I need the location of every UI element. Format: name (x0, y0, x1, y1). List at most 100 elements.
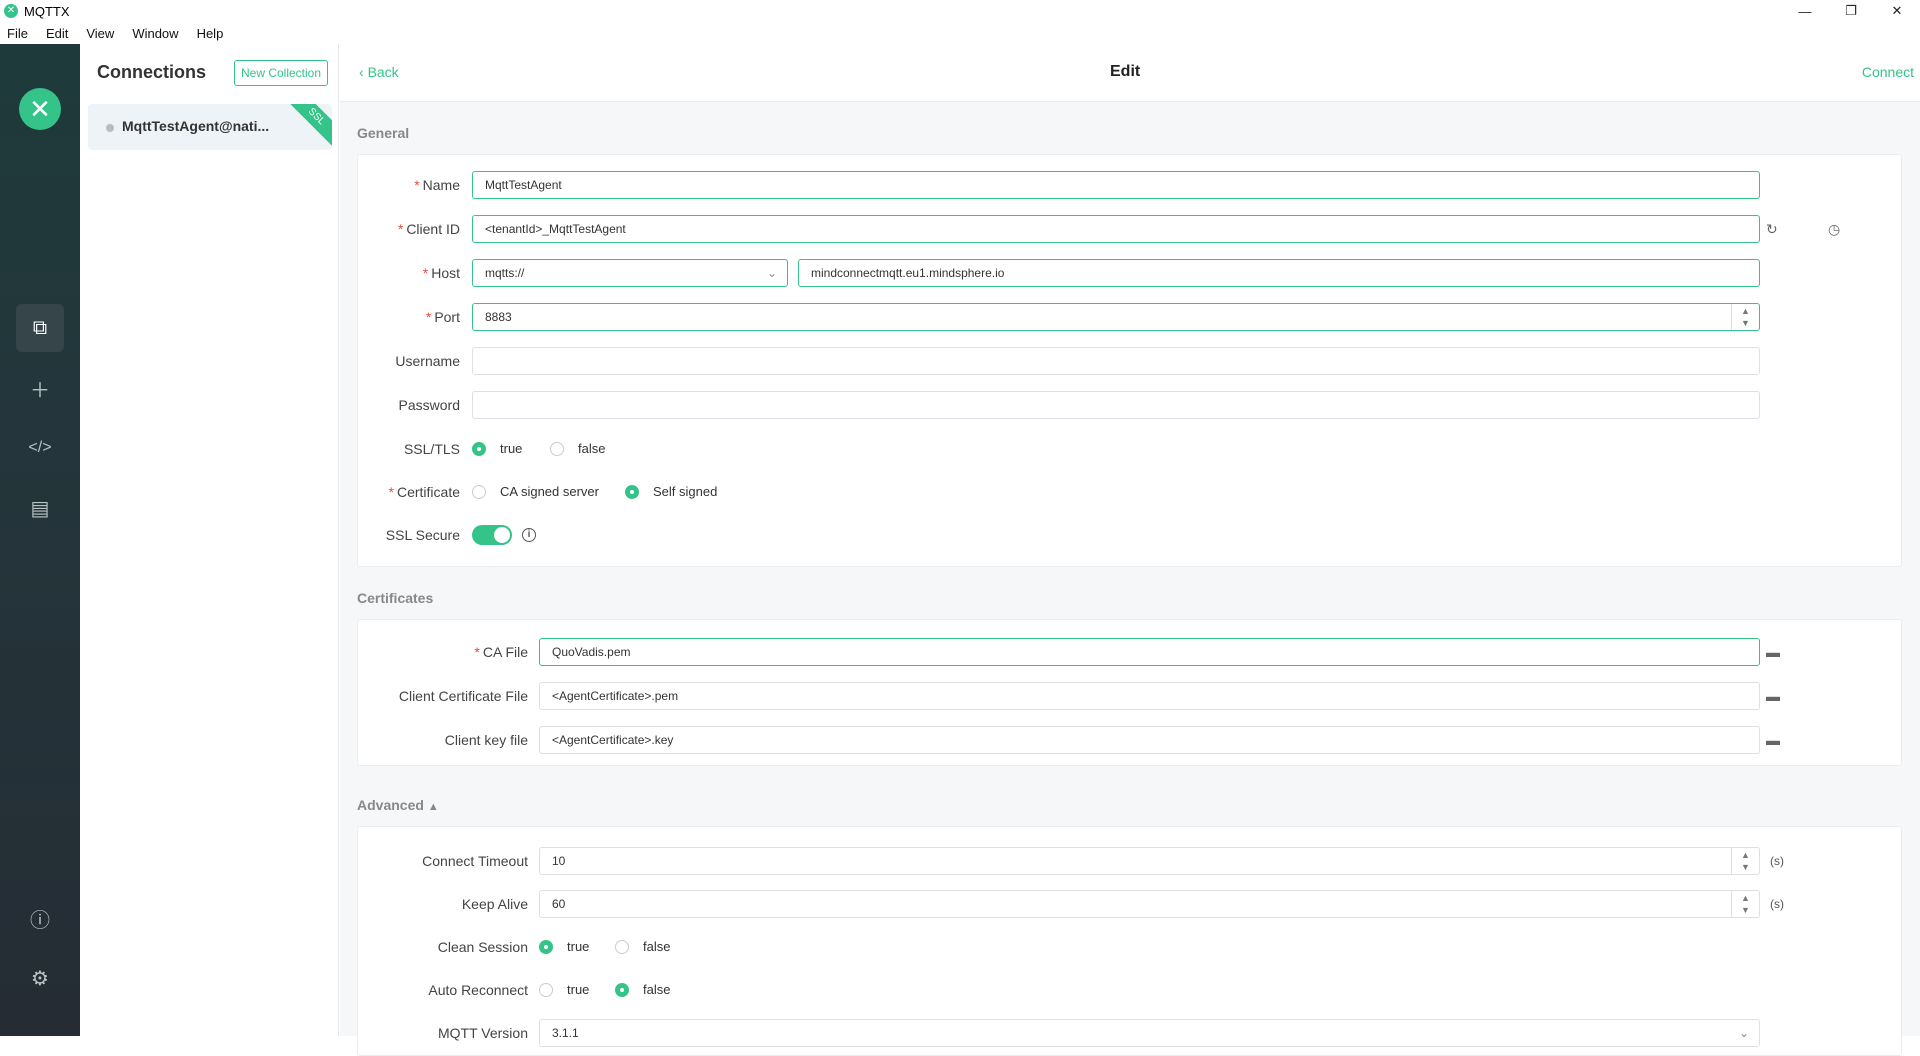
chevron-down-icon: ⌄ (1738, 1026, 1749, 1040)
clock-icon[interactable]: ◷ (1828, 215, 1840, 243)
reconnect-true-radio[interactable]: true (539, 976, 589, 1004)
connect-timeout-input[interactable]: 10 ▲ ▼ (539, 847, 1760, 875)
script-code-icon[interactable]: </> (16, 424, 64, 472)
keep-alive-value: 60 (552, 897, 566, 911)
mqtt-version-label: MQTT Version (438, 1025, 528, 1041)
radio-checked-icon (472, 442, 486, 456)
back-button[interactable]: ‹ Back (359, 64, 399, 80)
window-title: MQTTX (24, 3, 70, 19)
connect-timeout-label: Connect Timeout (422, 853, 528, 869)
caret-up-icon: ▲ (427, 801, 439, 813)
about-info-icon[interactable]: ⓘ (16, 894, 64, 942)
radio-checked-icon (615, 983, 629, 997)
menu-bar: File Edit View Window Help (0, 22, 1920, 44)
username-input[interactable] (472, 347, 1760, 375)
ssl-secure-label: SSL Secure (385, 527, 460, 543)
radio-icon (472, 485, 486, 499)
clean-session-label: Clean Session (437, 939, 528, 955)
ca-file-input[interactable]: QuoVadis.pem (539, 638, 1760, 666)
folder-icon[interactable]: ▬ (1766, 726, 1780, 754)
host-label: * Host (422, 265, 460, 281)
keep-alive-label: Keep Alive (461, 896, 528, 912)
advanced-section-title[interactable]: Advanced ▲ (357, 797, 439, 813)
ssl-secure-toggle[interactable] (472, 525, 512, 545)
connection-label: MqttTestAgent@nati... (122, 118, 270, 134)
radio-checked-icon (625, 485, 639, 499)
keep-alive-input[interactable]: 60 ▲ ▼ (539, 890, 1760, 918)
menu-view[interactable]: View (83, 26, 117, 41)
general-section-title: General (357, 125, 410, 141)
status-dot (106, 124, 114, 132)
minimize-icon[interactable]: — (1782, 0, 1828, 22)
radio-icon (539, 983, 553, 997)
client-cert-label: Client Certificate File (398, 688, 528, 704)
auto-reconnect-label: Auto Reconnect (428, 982, 528, 998)
protocol-value: mqtts:// (485, 266, 525, 280)
connections-panel: Connections New Collection MqttTestAgent… (80, 44, 339, 1036)
window-controls: — ❐ ✕ (1782, 0, 1920, 22)
chevron-down-icon: ⌄ (766, 266, 777, 280)
radio-icon (550, 442, 564, 456)
folder-icon[interactable]: ▬ (1766, 638, 1780, 666)
menu-help[interactable]: Help (194, 26, 227, 41)
folder-icon[interactable]: ▬ (1766, 682, 1780, 710)
settings-gear-icon[interactable]: ⚙ (16, 954, 64, 1002)
radio-icon (615, 940, 629, 954)
restore-icon[interactable]: ❐ (1828, 0, 1874, 22)
main-content: ‹ Back Edit Connect General * Name MqttTe… (340, 44, 1920, 1056)
port-stepper-icon[interactable]: ▲ ▼ (1731, 304, 1759, 330)
port-input[interactable]: 8883 ▲ ▼ (472, 303, 1760, 331)
connect-button[interactable]: Connect (1862, 64, 1914, 80)
clean-false-radio[interactable]: false (615, 933, 670, 961)
menu-edit[interactable]: Edit (43, 26, 71, 41)
close-icon[interactable]: ✕ (1874, 0, 1920, 22)
connection-item[interactable]: MqttTestAgent@nati... SSL (88, 104, 332, 150)
menu-file[interactable]: File (4, 26, 31, 41)
reconnect-false-radio[interactable]: false (615, 976, 670, 1004)
password-input[interactable] (472, 391, 1760, 419)
name-input[interactable]: MqttTestAgent (472, 171, 1760, 199)
ca-file-label: * CA File (474, 644, 528, 660)
client-key-input[interactable]: <AgentCertificate>.key (539, 726, 1760, 754)
port-label: * Port (425, 309, 460, 325)
client-key-label: Client key file (444, 732, 528, 748)
name-label: * Name (414, 177, 460, 193)
ssl-false-radio[interactable]: false (550, 435, 605, 463)
clean-true-radio[interactable]: true (539, 933, 589, 961)
mqtt-version-select[interactable]: 3.1.1 ⌄ (539, 1019, 1760, 1047)
radio-checked-icon (539, 940, 553, 954)
ssl-true-radio[interactable]: true (472, 435, 522, 463)
ssl-tag: SSL (281, 104, 332, 150)
top-bar: ‹ Back Edit Connect (340, 44, 1920, 102)
connections-nav-icon[interactable]: ⧉ (16, 304, 64, 352)
title-bar: ✕ MQTTX — ❐ ✕ (0, 0, 1920, 22)
client-id-label: * Client ID (397, 221, 460, 237)
cert-self-radio[interactable]: Self signed (625, 478, 717, 506)
add-connection-icon[interactable]: ＋ (16, 364, 64, 412)
menu-window[interactable]: Window (129, 26, 181, 41)
connect-timeout-value: 10 (552, 854, 566, 868)
mqtt-version-value: 3.1.1 (552, 1026, 579, 1040)
keepalive-stepper-icon[interactable]: ▲ ▼ (1731, 891, 1759, 917)
info-icon[interactable]: i (522, 528, 536, 542)
ssl-tls-label: SSL/TLS (403, 441, 460, 457)
general-card: * Name MqttTestAgent * Client ID <tenantId… (357, 154, 1902, 567)
certificate-label: * Certificate (388, 484, 460, 500)
new-collection-button[interactable]: New Collection (234, 60, 329, 86)
back-label: Back (367, 64, 399, 80)
refresh-icon[interactable]: ↻ (1766, 215, 1778, 243)
password-label: Password (398, 397, 460, 413)
username-label: Username (395, 353, 460, 369)
log-icon[interactable]: ▤ (16, 484, 64, 532)
protocol-select[interactable]: mqtts:// ⌄ (472, 259, 788, 287)
left-nav: ✕ ⧉ ＋ </> ▤ ⓘ ⚙ (0, 44, 80, 1036)
timeout-stepper-icon[interactable]: ▲ ▼ (1731, 848, 1759, 874)
client-cert-input[interactable]: <AgentCertificate>.pem (539, 682, 1760, 710)
host-input[interactable]: mindconnectmqtt.eu1.mindsphere.io (798, 259, 1760, 287)
certificates-card: * CA File QuoVadis.pem ▬ Client Certifica… (357, 619, 1902, 766)
mqttx-logo-icon: ✕ (19, 88, 61, 130)
port-value: 8883 (485, 310, 512, 324)
client-id-input[interactable]: <tenantId>_MqttTestAgent (472, 215, 1760, 243)
cert-ca-radio[interactable]: CA signed server (472, 478, 599, 506)
advanced-card: Connect Timeout 10 ▲ ▼ (s) Keep Alive 60 ▲ ▼… (357, 826, 1902, 1056)
